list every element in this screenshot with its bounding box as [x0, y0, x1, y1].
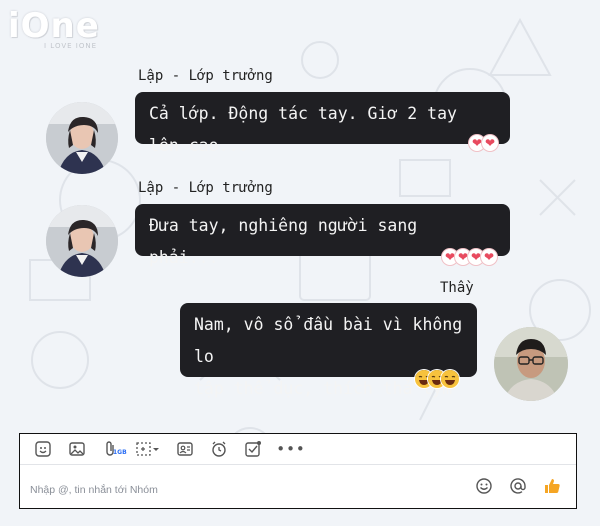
heart-icon: ❤ [482, 135, 498, 151]
screenshot-icon[interactable] [134, 438, 162, 460]
composer-actions [474, 476, 562, 496]
emoji-icon[interactable] [474, 476, 494, 496]
sticker-icon[interactable] [32, 438, 54, 460]
avatar[interactable] [46, 102, 118, 174]
avatar[interactable] [494, 327, 568, 401]
message-text: Cả lớp. Động tác tay. Giơ 2 tay lên cao.… [149, 104, 457, 155]
message-bubble[interactable]: Nam, vô sổ đầu bài vì không lo tập thể d… [180, 303, 477, 398]
laugh-emoji-icon [441, 370, 459, 388]
reaction-laughs[interactable] [415, 370, 459, 388]
more-icon[interactable]: ••• [276, 438, 305, 460]
ione-watermark-logo: iOne [8, 6, 100, 46]
student-avatar-image [46, 205, 118, 277]
attach-size-badge: 1GB [113, 449, 127, 456]
message-composer: 1GB ••• [19, 433, 577, 509]
avatar[interactable] [46, 205, 118, 277]
like-icon[interactable] [542, 476, 562, 496]
ione-watermark-tagline: I LOVE IONE [44, 42, 97, 50]
message-sender-name: Lập - Lớp trưởng [138, 180, 273, 196]
task-icon[interactable] [242, 438, 264, 460]
student-avatar-image [46, 102, 118, 174]
contact-card-icon[interactable] [174, 438, 196, 460]
message-input[interactable] [28, 478, 452, 502]
message-sender-name: Lập - Lớp trưởng [138, 68, 273, 84]
attach-icon[interactable]: 1GB [100, 438, 127, 460]
message-text-line: Nam, vô sổ đầu bài vì không lo [194, 315, 463, 366]
reaction-hearts[interactable]: ❤ ❤ [469, 135, 498, 151]
mention-icon[interactable] [508, 476, 528, 496]
heart-icon: ❤ [481, 249, 497, 265]
image-icon[interactable] [66, 438, 88, 460]
reminder-icon[interactable] [208, 438, 230, 460]
message-text: Đưa tay, nghiêng người sang phải... [149, 216, 418, 267]
teacher-avatar-image [494, 327, 568, 401]
reaction-hearts[interactable]: ❤ ❤ ❤ ❤ [442, 249, 497, 265]
composer-toolbar: 1GB ••• [20, 434, 576, 465]
message-sender-name: Thầy [440, 280, 474, 296]
message-bubble[interactable]: Cả lớp. Động tác tay. Giơ 2 tay lên cao.… [135, 92, 510, 155]
